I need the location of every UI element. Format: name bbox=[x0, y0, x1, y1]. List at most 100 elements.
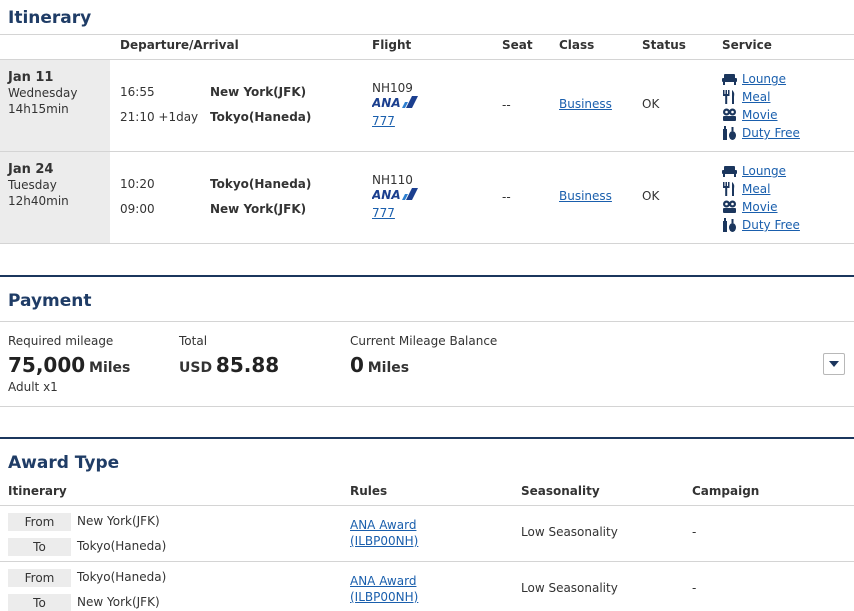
award-rule-name[interactable]: ANA Award bbox=[350, 573, 418, 589]
award-campaign: - bbox=[692, 581, 697, 595]
total-amount: USD 85.88 bbox=[179, 353, 279, 377]
duty-free-icon bbox=[723, 126, 736, 140]
header-campaign: Campaign bbox=[692, 484, 760, 498]
service-label[interactable]: Meal bbox=[742, 90, 770, 104]
lounge-icon bbox=[722, 74, 737, 85]
award-type-title: Award Type bbox=[8, 453, 120, 473]
segment-date-cell: Jan 11 Wednesday 14h15min bbox=[0, 60, 110, 151]
service-lounge[interactable]: Lounge bbox=[722, 162, 786, 180]
service-movie[interactable]: Movie bbox=[722, 106, 778, 124]
divider bbox=[0, 321, 854, 322]
divider bbox=[0, 34, 854, 35]
lounge-icon bbox=[722, 166, 737, 177]
svg-text:ANA: ANA bbox=[372, 96, 401, 108]
award-rule-code[interactable]: (ILBP00NH) bbox=[350, 533, 418, 549]
service-duty-free[interactable]: Duty Free bbox=[722, 216, 800, 234]
award-rule-link[interactable]: ANA Award (ILBP00NH) bbox=[350, 517, 418, 549]
status-value: OK bbox=[642, 97, 660, 111]
service-duty-free[interactable]: Duty Free bbox=[722, 124, 800, 142]
service-lounge[interactable]: Lounge bbox=[722, 70, 786, 88]
status-value: OK bbox=[642, 189, 660, 203]
divider bbox=[0, 243, 854, 244]
service-label[interactable]: Duty Free bbox=[742, 218, 800, 232]
arrival-city: New York(JFK) bbox=[210, 202, 307, 216]
mileage-balance-label: Current Mileage Balance bbox=[350, 334, 498, 348]
required-mileage-label: Required mileage bbox=[8, 334, 114, 348]
arrival-time: 21:10 +1day bbox=[120, 110, 199, 124]
divider bbox=[0, 406, 854, 407]
ana-logo: ANA bbox=[372, 96, 418, 108]
service-label[interactable]: Lounge bbox=[742, 72, 786, 86]
header-seasonality: Seasonality bbox=[521, 484, 600, 498]
movie-icon bbox=[723, 108, 736, 121]
service-label[interactable]: Duty Free bbox=[742, 126, 800, 140]
payment-details-toggle[interactable] bbox=[823, 353, 845, 375]
section-divider bbox=[0, 275, 854, 277]
service-label[interactable]: Movie bbox=[742, 200, 778, 214]
duty-free-icon bbox=[723, 218, 736, 232]
segment-date: Jan 11 bbox=[8, 70, 54, 85]
total-value: 85.88 bbox=[215, 353, 280, 377]
departure-city: New York(JFK) bbox=[210, 85, 307, 99]
required-mileage-unit: Miles bbox=[89, 360, 131, 376]
aircraft-link[interactable]: 777 bbox=[372, 206, 395, 220]
award-rule-code[interactable]: (ILBP00NH) bbox=[350, 589, 418, 605]
award-rule-name[interactable]: ANA Award bbox=[350, 517, 418, 533]
divider bbox=[0, 505, 854, 506]
payment-title: Payment bbox=[8, 291, 92, 311]
ana-logo: ANA bbox=[372, 188, 418, 200]
service-movie[interactable]: Movie bbox=[722, 198, 778, 216]
mileage-balance-unit: Miles bbox=[367, 360, 410, 376]
section-divider bbox=[0, 437, 854, 439]
departure-city: Tokyo(Haneda) bbox=[210, 177, 312, 191]
divider bbox=[0, 151, 854, 152]
award-seasonality: Low Seasonality bbox=[521, 525, 618, 539]
header-rules: Rules bbox=[350, 484, 388, 498]
seat-value: -- bbox=[502, 190, 511, 204]
service-label[interactable]: Meal bbox=[742, 182, 770, 196]
segment-date-cell: Jan 24 Tuesday 12h40min bbox=[0, 152, 110, 243]
header-status: Status bbox=[642, 38, 686, 52]
header-class: Class bbox=[559, 38, 595, 52]
award-seasonality: Low Seasonality bbox=[521, 581, 618, 595]
award-rule-link[interactable]: ANA Award (ILBP00NH) bbox=[350, 573, 418, 605]
header-departure-arrival: Departure/Arrival bbox=[120, 38, 239, 52]
arrival-city: Tokyo(Haneda) bbox=[210, 110, 312, 124]
service-meal[interactable]: Meal bbox=[722, 88, 770, 106]
departure-time: 10:20 bbox=[120, 177, 155, 191]
segment-weekday: Wednesday bbox=[8, 86, 78, 100]
service-meal[interactable]: Meal bbox=[722, 180, 770, 198]
arrival-time: 09:00 bbox=[120, 202, 155, 216]
award-from-city: Tokyo(Haneda) bbox=[77, 570, 167, 584]
aircraft-link[interactable]: 777 bbox=[372, 114, 395, 128]
divider bbox=[0, 59, 854, 60]
required-mileage-amount: 75,000 Miles bbox=[8, 353, 130, 377]
from-tag: From bbox=[8, 513, 71, 531]
required-mileage-value: 75,000 bbox=[8, 353, 86, 377]
to-tag: To bbox=[8, 594, 71, 611]
itinerary-title: Itinerary bbox=[8, 8, 92, 28]
departure-time: 16:55 bbox=[120, 85, 155, 99]
meal-icon bbox=[723, 90, 735, 104]
total-currency: USD bbox=[179, 360, 213, 376]
total-label: Total bbox=[179, 334, 208, 348]
class-link[interactable]: Business bbox=[559, 97, 612, 111]
header-flight: Flight bbox=[372, 38, 412, 52]
header-seat: Seat bbox=[502, 38, 533, 52]
flight-number: NH110 bbox=[372, 173, 413, 187]
award-from-city: New York(JFK) bbox=[77, 514, 160, 528]
award-campaign: - bbox=[692, 525, 697, 539]
chevron-down-icon bbox=[829, 361, 839, 367]
mileage-balance-amount: 0 Miles bbox=[350, 353, 409, 377]
header-service: Service bbox=[722, 38, 772, 52]
segment-date: Jan 24 bbox=[8, 162, 54, 177]
class-link[interactable]: Business bbox=[559, 189, 612, 203]
mileage-balance-value: 0 bbox=[350, 353, 364, 377]
segment-weekday: Tuesday bbox=[8, 178, 57, 192]
award-to-city: New York(JFK) bbox=[77, 595, 160, 609]
service-label[interactable]: Movie bbox=[742, 108, 778, 122]
movie-icon bbox=[723, 200, 736, 213]
to-tag: To bbox=[8, 538, 71, 556]
award-to-city: Tokyo(Haneda) bbox=[77, 539, 167, 553]
service-label[interactable]: Lounge bbox=[742, 164, 786, 178]
